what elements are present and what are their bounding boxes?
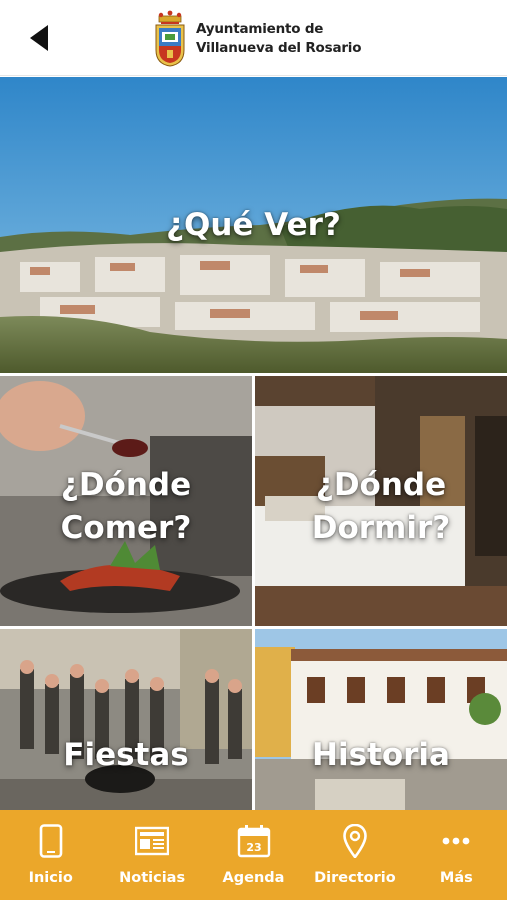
calendar-icon: 23 [237,825,270,858]
back-button[interactable] [22,20,56,56]
festival-crowd-image [0,629,252,810]
tile-que-ver[interactable]: ¿Qué Ver? [0,77,507,373]
map-pin-icon [343,824,367,858]
nav-item-agenda[interactable]: 23 Agenda [203,810,304,900]
nav-item-noticias[interactable]: Noticias [101,810,202,900]
newspaper-icon [135,826,170,856]
nav-item-inicio[interactable]: Inicio [0,810,101,900]
tile-fiestas-label: Fiestas [63,737,189,773]
municipality-brand[interactable]: Ayuntamiento de Villanueva del Rosario [152,10,362,68]
coat-of-arms-icon [155,10,185,67]
app-header: Ayuntamiento de Villanueva del Rosario [0,0,507,76]
back-arrow-icon [30,25,48,51]
more-dots-icon [442,837,470,845]
brand-title-line2: Villanueva del Rosario [196,40,362,56]
tile-fiestas[interactable]: Fiestas [0,629,252,810]
tile-donde-dormir[interactable]: ¿Dónde Dormir? [255,376,507,626]
nav-label-noticias: Noticias [119,870,186,886]
nav-label-mas: Más [439,870,473,886]
tile-historia[interactable]: Historia [255,629,507,810]
calendar-day-text: 23 [246,841,261,854]
bottom-navigation: Inicio Noticias 23 Agenda Directorio Más [0,810,507,900]
tile-donde-dormir-label: ¿Dónde Dormir? [311,467,451,546]
phone-icon [39,824,63,858]
municipality-name: Ayuntamiento de Villanueva del Rosario [196,20,362,58]
tile-donde-comer-label: ¿Dónde Comer? [60,467,192,546]
historic-street-image [255,629,507,810]
tile-que-ver-label: ¿Qué Ver? [166,207,341,243]
nav-item-mas[interactable]: Más [406,810,507,900]
tile-donde-comer[interactable]: ¿Dónde Comer? [0,376,252,626]
tile-historia-label: Historia [312,737,450,773]
nav-label-inicio: Inicio [28,870,73,886]
nav-label-agenda: Agenda [222,870,285,886]
nav-label-directorio: Directorio [314,870,396,886]
nav-item-directorio[interactable]: Directorio [304,810,405,900]
brand-title-line1: Ayuntamiento de [196,21,324,37]
